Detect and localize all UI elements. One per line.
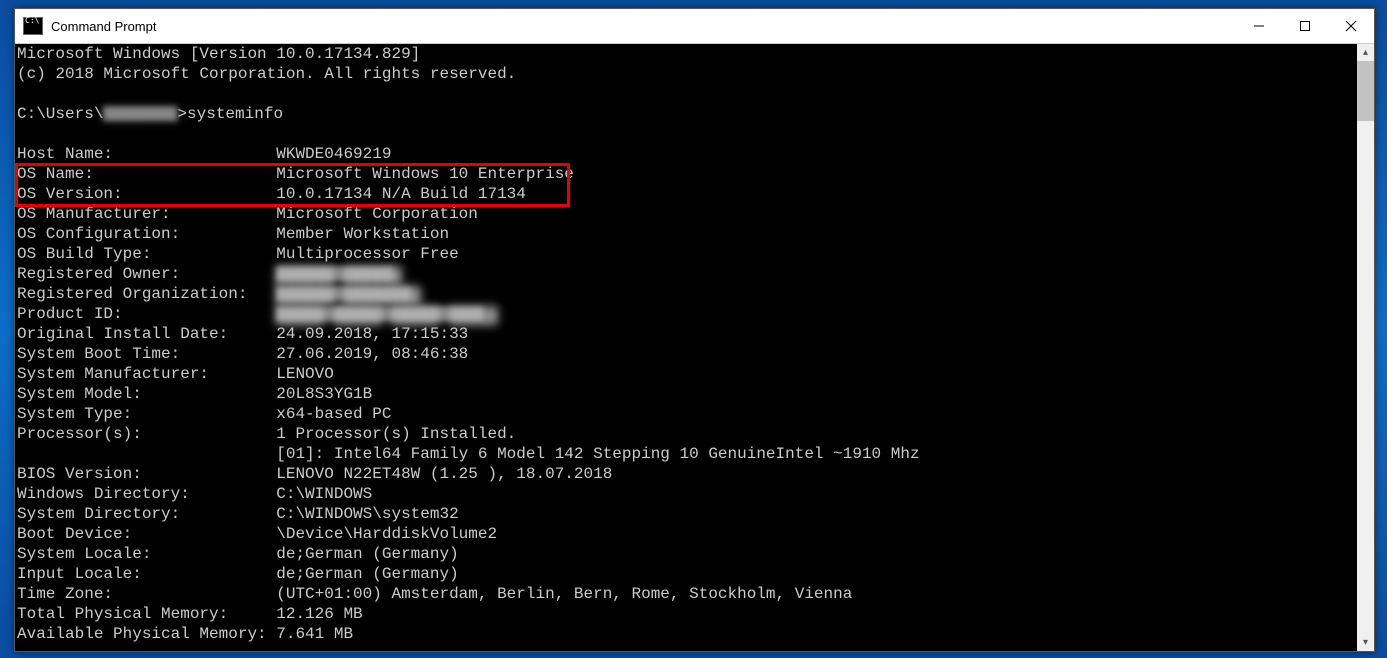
output-line: BIOS Version: LENOVO N22ET48W (1.25 ), 1… [17, 464, 1357, 484]
titlebar[interactable]: Command Prompt [15, 9, 1374, 44]
output-line: Available Physical Memory: 7.641 MB [17, 624, 1357, 644]
command-prompt-window: Command Prompt Microsoft Windows [Versio… [14, 8, 1375, 652]
scroll-up-button[interactable]: ▴ [1357, 44, 1374, 61]
redacted-value: █████-█████-█████-█████ [276, 306, 483, 321]
output-line: Microsoft Windows [Version 10.0.17134.82… [17, 44, 1357, 64]
output-line: Processor(s): 1 Processor(s) Installed. [17, 424, 1357, 444]
output-line [17, 84, 1357, 104]
output-line: [01]: Intel64 Family 6 Model 142 Steppin… [17, 444, 1357, 464]
output-line: Time Zone: (UTC+01:00) Amsterdam, Berlin… [17, 584, 1357, 604]
close-button[interactable] [1328, 9, 1374, 43]
output-line: System Model: 20L8S3YG1B [17, 384, 1357, 404]
output-line: System Boot Time: 27.06.2019, 08:46:38 [17, 344, 1357, 364]
maximize-icon [1299, 20, 1311, 32]
minimize-button[interactable] [1236, 9, 1282, 43]
output-line: Registered Organization: ██████ ████████ [17, 284, 1357, 304]
output-line: OS Build Type: Multiprocessor Free [17, 244, 1357, 264]
close-icon [1345, 20, 1357, 32]
output-line: Input Locale: de;German (Germany) [17, 564, 1357, 584]
output-line: Product ID: █████-█████-█████-█████ [17, 304, 1357, 324]
vertical-scrollbar[interactable]: ▴ ▾ [1357, 44, 1374, 651]
output-line: System Manufacturer: LENOVO [17, 364, 1357, 384]
minimize-icon [1253, 20, 1265, 32]
output-line: (c) 2018 Microsoft Corporation. All righ… [17, 64, 1357, 84]
redacted-value: ██████ ██████ [276, 266, 393, 281]
output-line: OS Version: 10.0.17134 N/A Build 17134 [17, 184, 1357, 204]
output-line: Original Install Date: 24.09.2018, 17:15… [17, 324, 1357, 344]
output-line: OS Name: Microsoft Windows 10 Enterprise [17, 164, 1357, 184]
maximize-button[interactable] [1282, 9, 1328, 43]
output-line: System Type: x64-based PC [17, 404, 1357, 424]
output-line: Host Name: WKWDE0469219 [17, 144, 1357, 164]
output-line: Boot Device: \Device\HarddiskVolume2 [17, 524, 1357, 544]
redacted-value: ██████ ████████ [276, 286, 411, 301]
cmd-icon [23, 17, 43, 35]
scroll-down-button[interactable]: ▾ [1357, 634, 1374, 651]
scroll-track[interactable] [1357, 61, 1374, 634]
terminal-output[interactable]: Microsoft Windows [Version 10.0.17134.82… [15, 44, 1357, 651]
output-line: Registered Owner: ██████ ██████ [17, 264, 1357, 284]
output-line: Total Physical Memory: 12.126 MB [17, 604, 1357, 624]
output-line: OS Configuration: Member Workstation [17, 224, 1357, 244]
window-title: Command Prompt [51, 19, 1236, 34]
output-line: C:\Users\XXXXXXXX>systeminfo [17, 104, 1357, 124]
output-line: Windows Directory: C:\WINDOWS [17, 484, 1357, 504]
window-controls [1236, 9, 1374, 43]
output-line: OS Manufacturer: Microsoft Corporation [17, 204, 1357, 224]
output-line [17, 124, 1357, 144]
redacted-username: XXXXXXXX [103, 106, 177, 121]
output-line: System Directory: C:\WINDOWS\system32 [17, 504, 1357, 524]
output-line: System Locale: de;German (Germany) [17, 544, 1357, 564]
scroll-thumb[interactable] [1357, 61, 1374, 121]
